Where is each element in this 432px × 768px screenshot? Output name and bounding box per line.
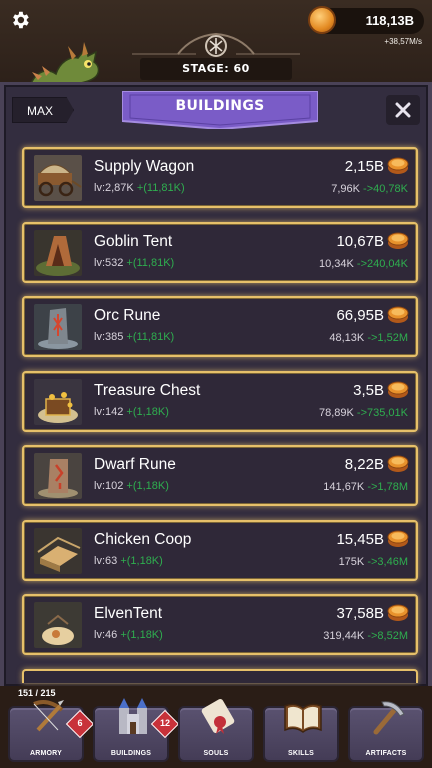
coin-icon: [386, 228, 410, 252]
building-level: lv:46 +(1,18K): [94, 629, 163, 641]
gear-icon[interactable]: [9, 9, 31, 31]
building-name: Chicken Coop: [94, 530, 192, 548]
production-next: ->1,78M: [367, 481, 408, 493]
building-name: Goblin Tent: [94, 232, 173, 250]
artifacts-label: ARTIFACTS: [365, 750, 407, 757]
gold-coin-icon: [308, 6, 336, 34]
upgrade-cost[interactable]: 66,95B: [336, 307, 384, 324]
building-rune-icon: [34, 304, 82, 350]
building-name: Supply Wagon: [94, 158, 195, 175]
bottom-nav: 151 / 215 6 ARMORY 12 BUILDINGS SOULS SK…: [0, 686, 432, 768]
building-elftent-icon: [34, 602, 82, 648]
stage-label: STAGE: 60: [140, 58, 292, 80]
building-card[interactable]: ElvenTent lv:46 +(1,18K) 37,58B 319,44K ->8…: [22, 594, 418, 655]
coin-icon: [386, 153, 410, 177]
level-bonus: +(11,81K): [136, 182, 185, 194]
building-name: ElvenTent: [94, 605, 163, 622]
buildings-list: Supply Wagon lv:2,87K +(11,81K) 2,15B 7,96K…: [22, 147, 418, 683]
level-bonus: +(11,81K): [126, 331, 175, 343]
production-next: ->240,04K: [356, 257, 408, 270]
building-wagon-icon: [34, 155, 82, 201]
book-icon: [284, 703, 322, 733]
armory-tab[interactable]: 6 ARMORY: [8, 700, 95, 762]
coin-icon: [386, 451, 410, 475]
building-card[interactable]: Orc Rune lv:385 +(11,81K) 66,95B 48,13K ->1…: [22, 296, 418, 357]
production-rate: 7,96K ->40,78K: [331, 183, 408, 195]
production-next: ->40,78K: [363, 183, 408, 195]
building-chest-icon: [34, 378, 82, 425]
building-card[interactable]: Chicken Coop lv:63 +(1,18K) 15,45B 175K ->3…: [22, 519, 418, 581]
production-next: ->8,52M: [367, 630, 408, 642]
production-next: ->3,46M: [367, 555, 408, 568]
level-bonus: +(1,18K): [126, 405, 169, 418]
souls-label: SOULS: [203, 750, 229, 757]
upgrade-cost[interactable]: 37,58B: [336, 605, 384, 622]
gold-value: 118,13B: [365, 13, 414, 28]
buildings-tab[interactable]: 12 BUILDINGS: [93, 698, 180, 762]
coin-icon: [386, 302, 410, 326]
building-level: lv:2,87K +(11,81K): [94, 182, 185, 194]
building-name: Treasure Chest: [94, 381, 201, 399]
buildings-panel: MAX BUILDINGS Supply Wagon lv:2,87K +(11,…: [0, 82, 432, 686]
building-card[interactable]: Treasure Chest lv:142 +(1,18K) 3,5B 78,89K …: [22, 370, 418, 432]
top-hud: 118,13B +38,57M/s STAGE: 60: [0, 0, 432, 88]
building-card-partial[interactable]: [22, 668, 418, 683]
crossbow-icon: [33, 700, 64, 732]
armory-badge: 6: [65, 709, 95, 739]
level-bonus: +(11,81K): [126, 256, 175, 269]
upgrade-cost[interactable]: 3,5B: [353, 382, 384, 399]
building-level: lv:142 +(1,18K): [94, 405, 169, 418]
pickaxe-icon: [373, 701, 405, 735]
building-tent-icon: [34, 229, 82, 276]
souls-tab[interactable]: SOULS: [178, 698, 254, 762]
level-bonus: +(1,18K): [120, 629, 163, 641]
upgrade-cost[interactable]: 8,22B: [345, 456, 384, 473]
upgrade-cost[interactable]: 10,67B: [336, 233, 384, 250]
production-rate: 78,89K ->735,01K: [318, 406, 408, 419]
building-name: Orc Rune: [94, 307, 161, 324]
buildings-label: BUILDINGS: [110, 750, 152, 757]
close-button[interactable]: [386, 95, 420, 125]
production-rate: 10,34K ->240,04K: [318, 257, 408, 270]
level-bonus: +(1,18K): [120, 554, 163, 567]
scroll-icon: [201, 698, 235, 734]
building-name: Dwarf Rune: [94, 456, 176, 473]
level-bonus: +(1,18K): [126, 480, 169, 492]
production-rate: 319,44K ->8,52M: [323, 630, 408, 642]
building-rune2-icon: [34, 453, 82, 499]
gold-rate: +38,57M/s: [384, 37, 422, 46]
building-level: lv:102 +(1,18K): [94, 480, 169, 492]
buildings-badge: 12: [150, 709, 180, 739]
building-coop-icon: [34, 527, 82, 574]
coin-icon: [386, 377, 410, 401]
castle-icon: [119, 698, 147, 734]
skills-label: SKILLS: [287, 750, 315, 757]
gold-counter: 118,13B: [308, 6, 424, 34]
dragon-hero-icon[interactable]: [26, 40, 106, 88]
building-level: lv:385 +(11,81K): [94, 331, 175, 343]
production-rate: 48,13K ->1,52M: [329, 332, 408, 344]
armory-label: ARMORY: [29, 750, 63, 757]
building-card[interactable]: Dwarf Rune lv:102 +(1,18K) 8,22B 141,67K ->…: [22, 445, 418, 506]
coin-icon: [386, 600, 410, 624]
close-icon: [395, 102, 411, 118]
production-next: ->735,01K: [356, 406, 408, 419]
building-level: lv:63 +(1,18K): [94, 554, 163, 567]
skills-tab[interactable]: SKILLS: [263, 703, 339, 762]
production-rate: 141,67K ->1,78M: [323, 481, 408, 493]
coin-icon: [386, 526, 410, 550]
building-card[interactable]: Supply Wagon lv:2,87K +(11,81K) 2,15B 7,96K…: [22, 147, 418, 208]
building-level: lv:532 +(11,81K): [94, 256, 175, 269]
upgrade-cost[interactable]: 15,45B: [336, 531, 384, 548]
artifacts-tab[interactable]: ARTIFACTS: [348, 701, 424, 762]
panel-title: BUILDINGS: [175, 98, 265, 114]
upgrade-cost[interactable]: 2,15B: [345, 158, 384, 175]
production-next: ->1,52M: [367, 332, 408, 344]
max-button[interactable]: MAX: [12, 97, 74, 123]
production-rate: 175K ->3,46M: [338, 555, 408, 568]
building-card[interactable]: Goblin Tent lv:532 +(11,81K) 10,67B 10,34K …: [22, 221, 418, 283]
